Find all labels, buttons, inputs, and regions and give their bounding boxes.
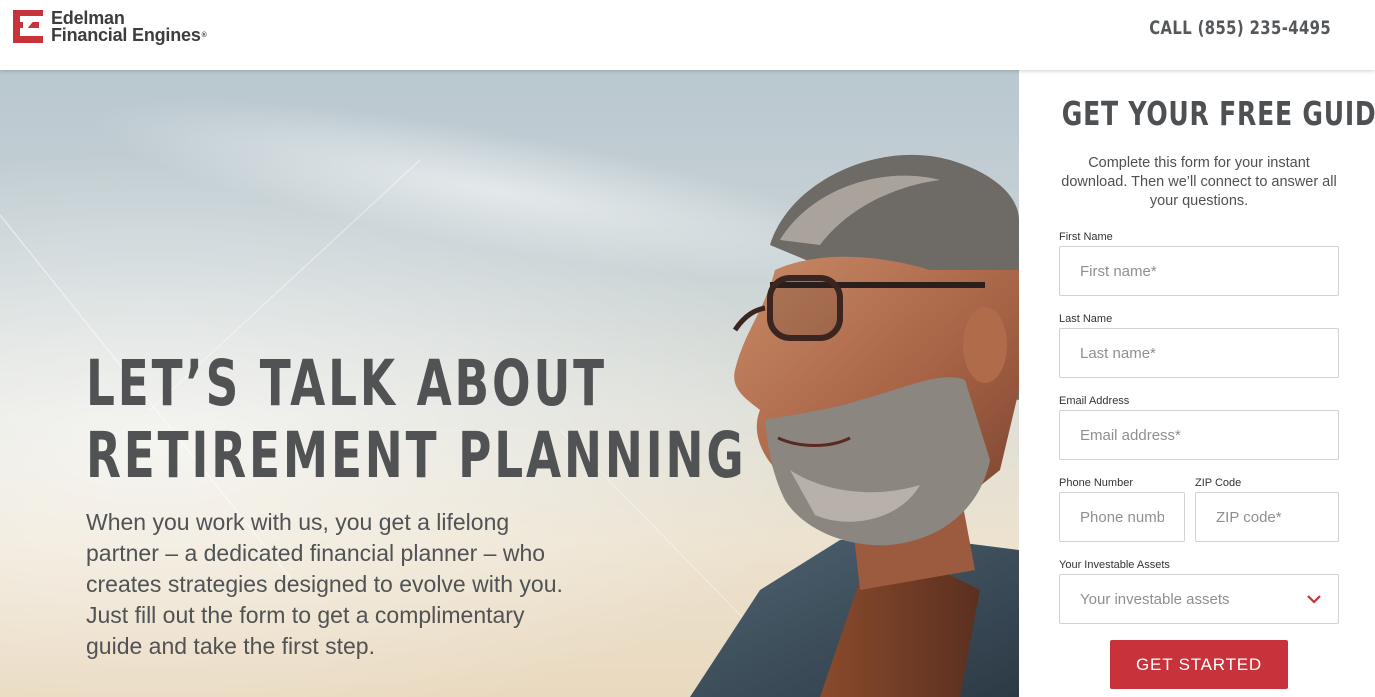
last-name-field[interactable] <box>1059 328 1339 378</box>
phone-label: Phone Number <box>1059 477 1133 489</box>
logo-name-text: Financial Engines <box>51 25 201 45</box>
chevron-down-icon <box>1307 595 1321 604</box>
hero-headline: LET’S TALK ABOUT RETIREMENT PLANNING <box>86 347 747 492</box>
edelman-logo-icon <box>13 10 43 43</box>
call-phone-link[interactable]: CALL (855) 235-4495 <box>1149 17 1331 39</box>
hero-section: LET’S TALK ABOUT RETIREMENT PLANNING Whe… <box>0 70 1019 697</box>
assets-selected-value: Your investable assets <box>1080 590 1230 608</box>
form-title: GET YOUR FREE GUIDE <box>1061 94 1375 133</box>
first-name-field[interactable] <box>1059 246 1339 296</box>
last-name-label: Last Name <box>1059 313 1113 325</box>
zip-label: ZIP Code <box>1195 477 1242 489</box>
logo-name-line2: Financial Engines® <box>51 25 207 45</box>
hero-headline-line1: LET’S TALK ABOUT <box>86 347 607 420</box>
assets-label: Your Investable Assets <box>1059 559 1170 571</box>
first-name-label: First Name <box>1059 231 1113 243</box>
get-started-button[interactable]: GET STARTED <box>1110 640 1288 689</box>
form-description: Complete this form for your instant down… <box>1061 155 1337 209</box>
lead-form-panel: GET YOUR FREE GUIDE Complete this form f… <box>1019 70 1375 697</box>
hero-description: When you work with us, you get a lifelon… <box>86 509 563 659</box>
investable-assets-select[interactable]: Your investable assets <box>1059 574 1339 624</box>
hero-headline-line2: RETIREMENT PLANNING <box>86 419 747 492</box>
phone-field[interactable] <box>1059 492 1185 542</box>
zip-field[interactable] <box>1195 492 1339 542</box>
email-field[interactable] <box>1059 410 1339 460</box>
company-logo[interactable]: Edelman Financial Engines® <box>13 9 207 45</box>
registered-mark: ® <box>201 32 207 39</box>
email-label: Email Address <box>1059 395 1130 407</box>
site-header: Edelman Financial Engines® CALL (855) 23… <box>0 0 1375 70</box>
